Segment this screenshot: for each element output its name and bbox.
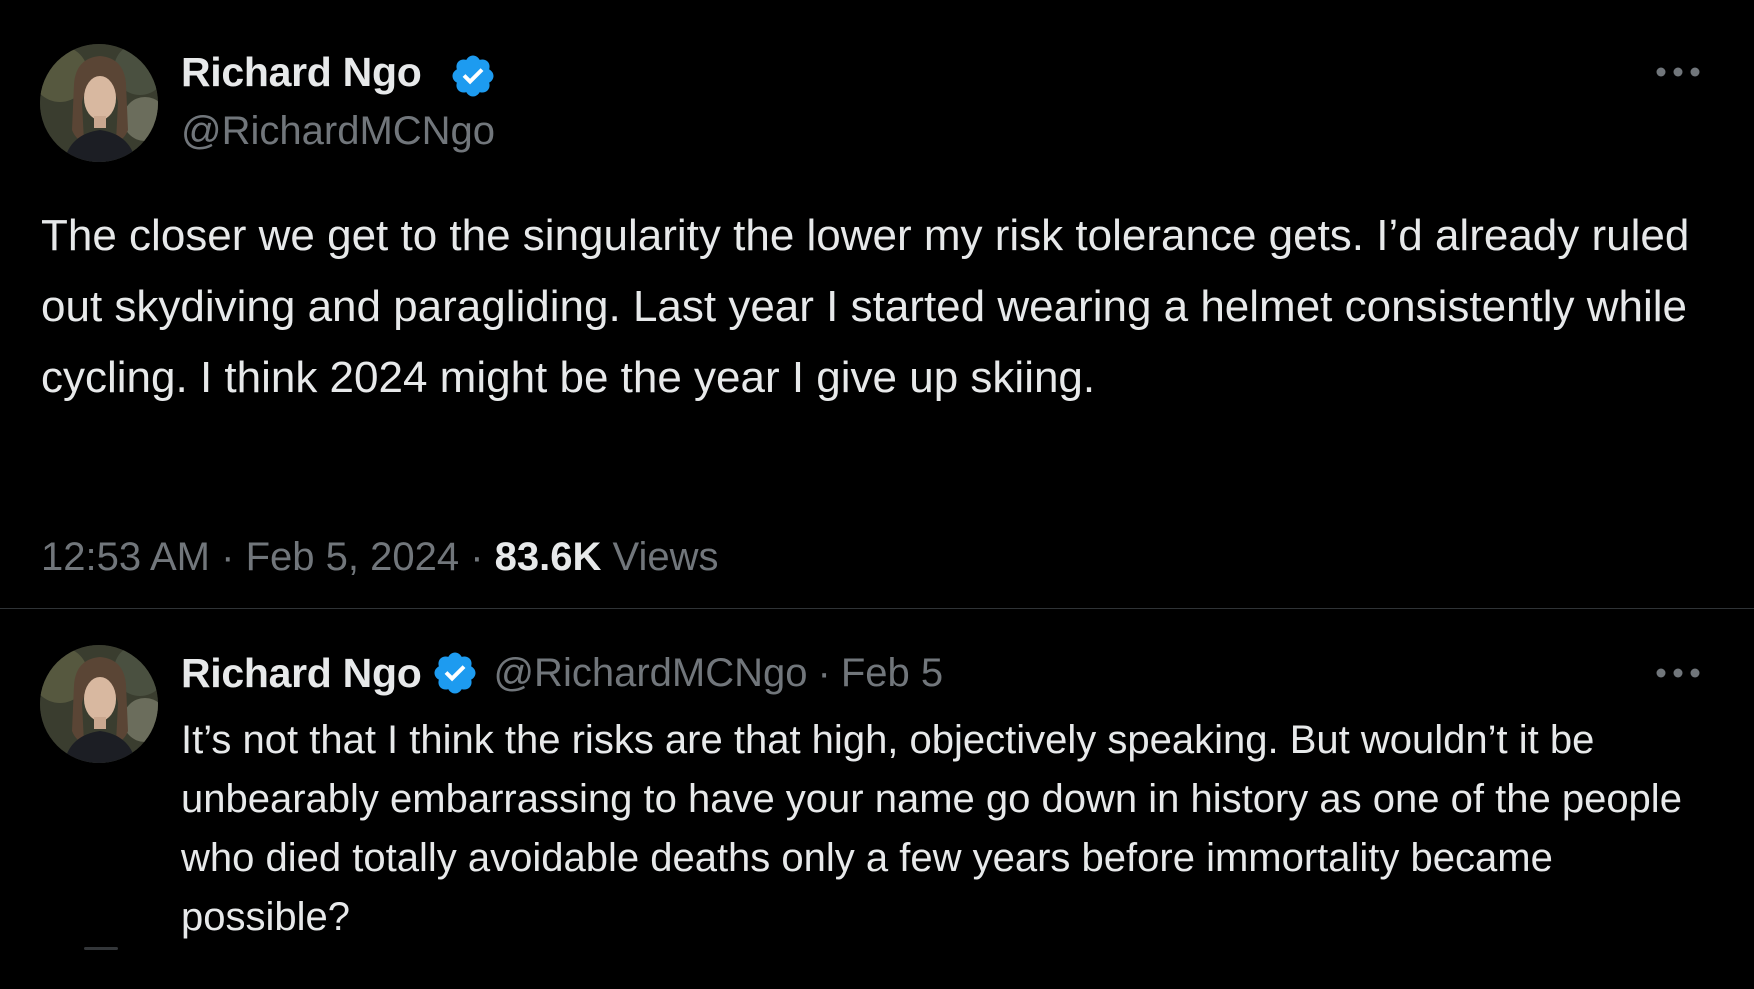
meta-separator: ·: [470, 535, 484, 579]
avatar-photo: [40, 645, 158, 763]
reply-author-avatar[interactable]: [40, 645, 158, 763]
tweet-divider: [0, 608, 1754, 609]
reply-date[interactable]: Feb 5: [841, 651, 943, 696]
author-handle[interactable]: @RichardMCNgo: [181, 109, 495, 154]
views-count[interactable]: 83.6K: [495, 535, 602, 579]
tweet-text: The closer we get to the singularity the…: [41, 211, 1690, 402]
tweet-metadata: 12:53 AM · Feb 5, 2024 · 83.6K Views: [41, 535, 719, 580]
avatar-photo: [40, 44, 158, 162]
tweet-date[interactable]: Feb 5, 2024: [246, 535, 460, 579]
verified-badge-icon: [434, 652, 476, 694]
reply-header: Richard Ngo @RichardMCNgo · Feb 5: [181, 645, 943, 701]
meta-separator: ·: [221, 535, 235, 579]
more-horizontal-icon[interactable]: [1654, 666, 1702, 680]
reply-author-handle[interactable]: @RichardMCNgo: [493, 651, 807, 696]
verified-badge-icon: [452, 55, 494, 97]
more-horizontal-icon[interactable]: [1654, 65, 1702, 79]
author-avatar[interactable]: [40, 44, 158, 162]
reply-author-name[interactable]: Richard Ngo: [181, 650, 422, 697]
tweet-time[interactable]: 12:53 AM: [41, 535, 210, 579]
reply-separator: ·: [817, 650, 831, 695]
author-name[interactable]: Richard Ngo: [181, 49, 422, 96]
tweet-thread-view: Richard Ngo @RichardMCNgo The closer we …: [0, 0, 1754, 989]
thread-connector: [84, 947, 118, 950]
reply-text: It’s not that I think the risks are that…: [181, 718, 1682, 939]
views-label: Views: [612, 535, 719, 579]
